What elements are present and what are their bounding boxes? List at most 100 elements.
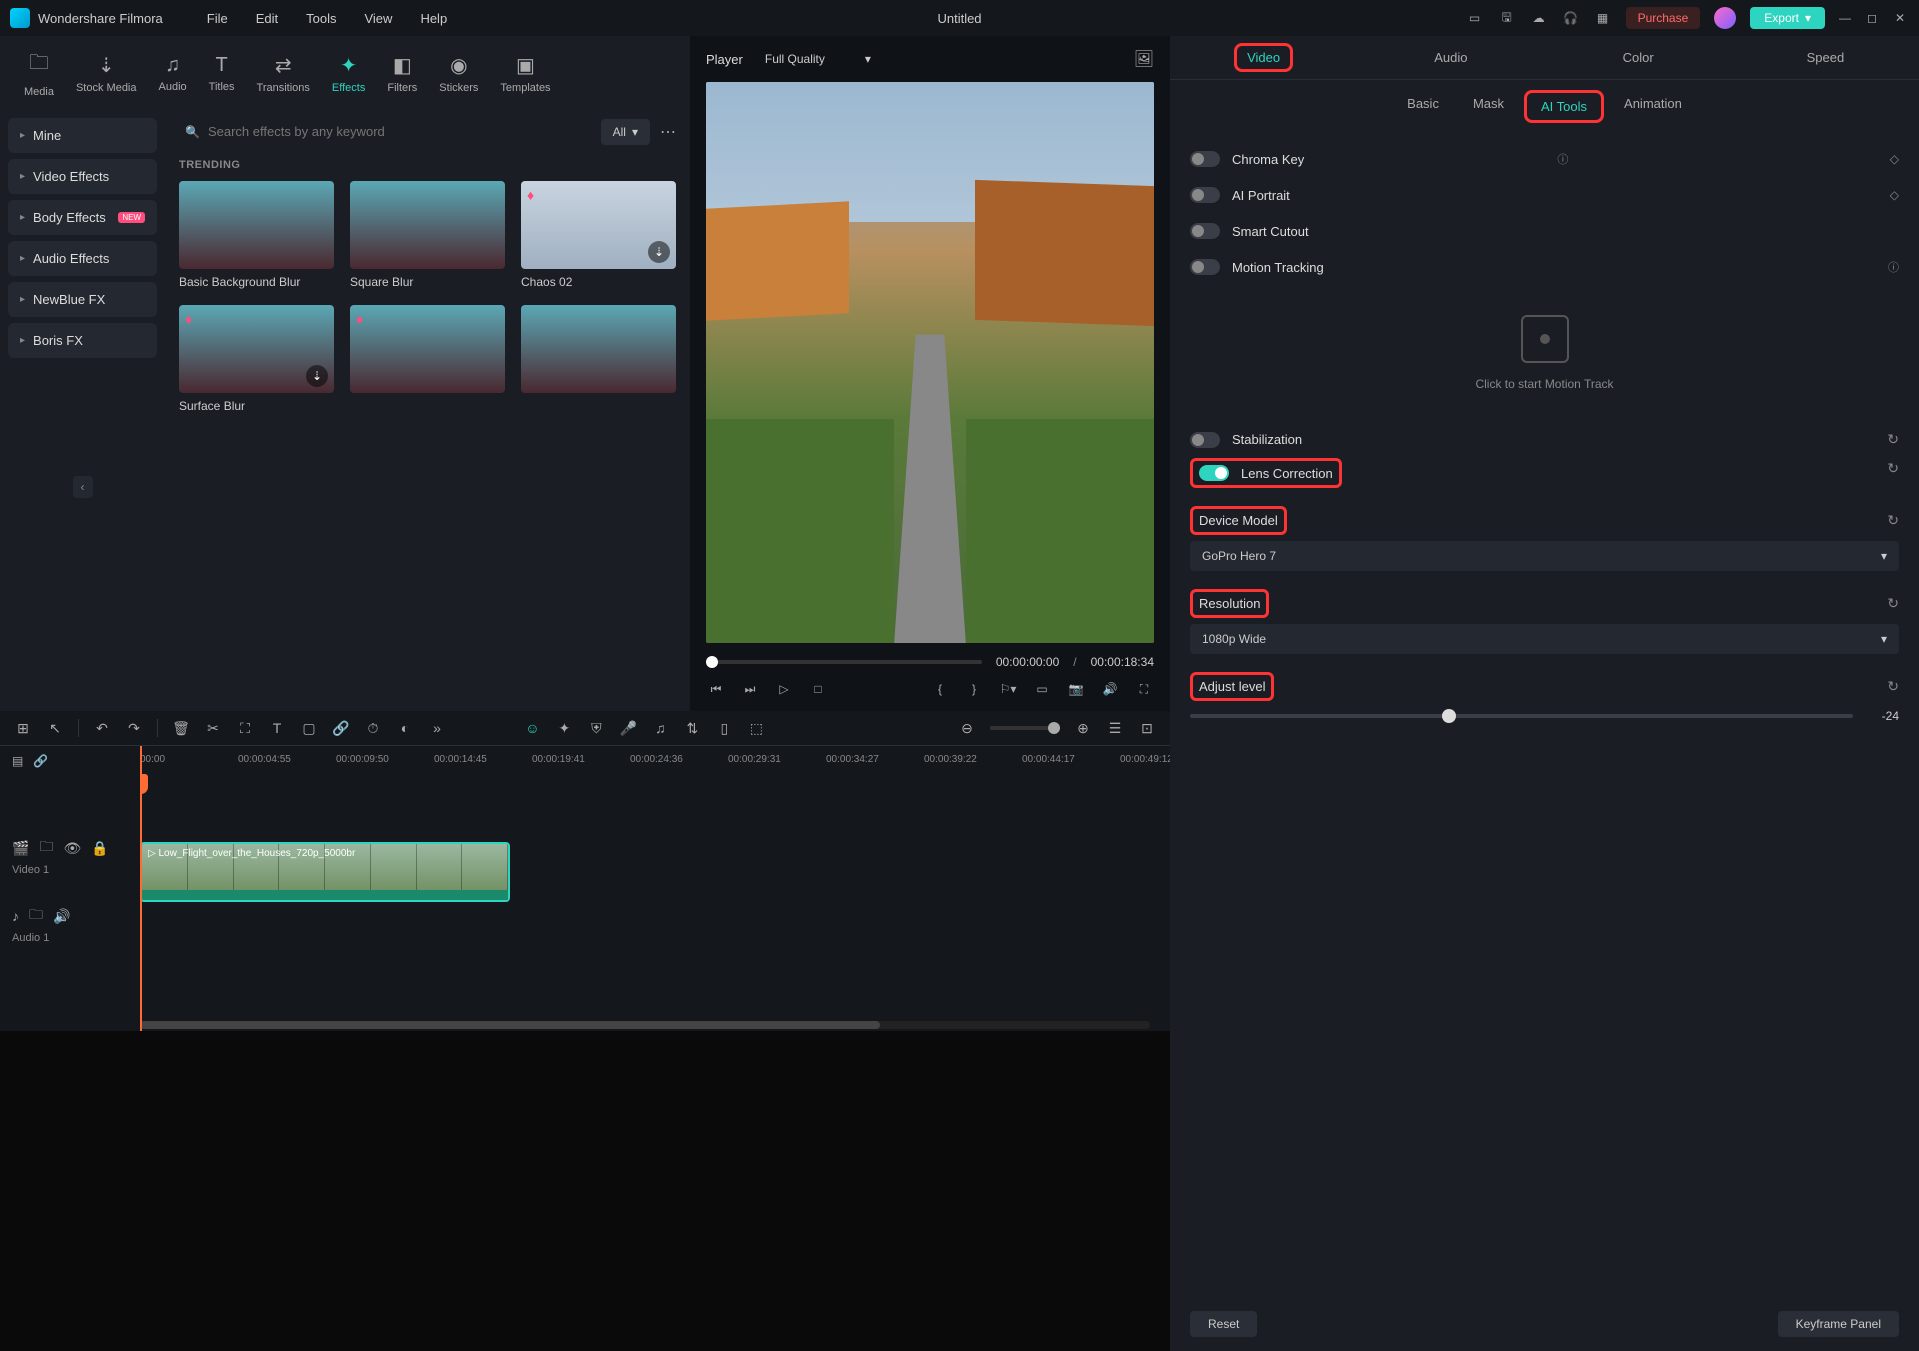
list-view-icon[interactable]: ☰ [1106, 720, 1124, 737]
sidebar-back-button[interactable]: ‹ [73, 476, 93, 498]
tab-stickers[interactable]: ◉Stickers [429, 47, 488, 100]
redo-button[interactable]: ↷ [125, 720, 143, 737]
reset-icon[interactable]: ↻ [1887, 431, 1899, 448]
user-avatar[interactable] [1714, 7, 1736, 29]
stabilization-toggle[interactable] [1190, 432, 1220, 448]
smart-cutout-toggle[interactable] [1190, 223, 1220, 239]
pointer-icon[interactable]: ↖ [46, 720, 64, 737]
crop-button[interactable]: ⛶ [236, 720, 254, 737]
reset-icon[interactable]: ↻ [1887, 678, 1899, 695]
sidebar-item-video-effects[interactable]: ▸Video Effects [8, 159, 157, 194]
timeline-tracks-area[interactable]: 00:00 00:00:04:55 00:00:09:50 00:00:14:4… [140, 746, 1170, 1031]
save-icon[interactable]: 🖫 [1498, 9, 1516, 27]
timeline-scrollbar[interactable] [140, 1021, 1150, 1029]
marker-icon[interactable]: ▯ [715, 720, 733, 737]
ai-portrait-toggle[interactable] [1190, 187, 1220, 203]
screen-icon[interactable]: ▭ [1466, 9, 1484, 27]
undo-button[interactable]: ↶ [93, 720, 111, 737]
link-tracks-icon[interactable]: 🔗 [33, 754, 48, 768]
slider-thumb[interactable] [1442, 709, 1456, 723]
copy-button[interactable]: ▢ [300, 720, 318, 737]
snapshot-button[interactable]: 📷 [1066, 679, 1086, 699]
more-icon[interactable]: ⋯ [660, 122, 676, 142]
download-icon[interactable]: ⇣ [306, 365, 328, 387]
color-button[interactable]: ◐ [396, 720, 414, 736]
volume-button[interactable]: 🔊 [1100, 679, 1120, 699]
lock-icon[interactable]: 🔒 [91, 840, 108, 857]
keyframe-diamond-icon[interactable]: ◇ [1890, 152, 1899, 166]
sync-icon[interactable]: ⇅ [683, 720, 701, 737]
prop-tab-video[interactable]: Video [1170, 36, 1357, 79]
menu-edit[interactable]: Edit [256, 11, 278, 26]
audio-track-header[interactable]: ♪ 🗀 🔊 [0, 884, 140, 932]
shield-icon[interactable]: ⛨ [587, 720, 605, 737]
sidebar-item-newblue[interactable]: ▸NewBlue FX [8, 282, 157, 317]
cut-button[interactable]: ✂ [204, 720, 222, 737]
maximize-icon[interactable]: ◻ [1867, 11, 1881, 25]
stop-button[interactable]: □ [808, 679, 828, 699]
play-button[interactable]: ▷ [774, 679, 794, 699]
search-input[interactable] [208, 124, 585, 139]
tab-transitions[interactable]: ⇄Transitions [247, 47, 320, 100]
menu-help[interactable]: Help [420, 11, 447, 26]
speed-button[interactable]: ⏱ [364, 720, 382, 737]
keyframe-panel-button[interactable]: Keyframe Panel [1778, 1311, 1899, 1337]
more-icon[interactable]: » [428, 720, 446, 736]
prop-tab-speed[interactable]: Speed [1732, 36, 1919, 79]
timeline-clip[interactable]: ▷ Low_Flight_over_the_Houses_720p_5000br [140, 842, 510, 902]
grid-icon[interactable]: ▦ [1594, 9, 1612, 27]
export-button[interactable]: Export▾ [1750, 7, 1825, 29]
tab-audio[interactable]: ♫Audio [149, 48, 197, 99]
video-track-header[interactable]: 🎬 🗀 👁 🔒 [0, 816, 140, 864]
link-button[interactable]: 🔗 [332, 720, 350, 737]
scrub-thumb[interactable] [706, 656, 718, 668]
sidebar-item-boris[interactable]: ▸Boris FX [8, 323, 157, 358]
prop-tab-audio[interactable]: Audio [1357, 36, 1544, 79]
keyframe-diamond-icon[interactable]: ◇ [1890, 188, 1899, 202]
tab-titles[interactable]: TTitles [199, 48, 245, 99]
adjust-level-slider[interactable] [1190, 714, 1853, 718]
markers-button[interactable]: ⚐▾ [998, 679, 1018, 699]
close-icon[interactable]: ✕ [1895, 11, 1909, 25]
zoom-in-button[interactable]: ⊕ [1074, 720, 1092, 737]
reset-icon[interactable]: ↻ [1887, 512, 1899, 529]
reset-button[interactable]: Reset [1190, 1311, 1257, 1337]
zoom-out-button[interactable]: ⊖ [958, 720, 976, 737]
info-icon[interactable]: ⓘ [1557, 151, 1568, 167]
cloud-icon[interactable]: ☁ [1530, 9, 1548, 27]
step-back-button[interactable]: ⏭ [740, 679, 760, 699]
effect-card[interactable] [521, 305, 676, 413]
prev-button[interactable]: ⏮ [706, 679, 726, 699]
subtab-basic[interactable]: Basic [1393, 90, 1453, 123]
face-icon[interactable]: ☺ [523, 720, 541, 736]
menu-file[interactable]: File [207, 11, 228, 26]
effect-chaos-02[interactable]: ♦⇣ Chaos 02 [521, 181, 676, 289]
timeline-ruler[interactable]: 00:00 00:00:04:55 00:00:09:50 00:00:14:4… [140, 746, 1170, 776]
scrub-track[interactable] [706, 660, 982, 664]
subtab-ai-tools[interactable]: AI Tools [1524, 90, 1604, 123]
prop-tab-color[interactable]: Color [1545, 36, 1732, 79]
effect-basic-bg-blur[interactable]: Basic Background Blur [179, 181, 334, 289]
eye-icon[interactable]: 👁 [63, 840, 81, 857]
subtab-mask[interactable]: Mask [1459, 90, 1518, 123]
info-icon[interactable]: ⓘ [1888, 259, 1899, 275]
video-preview[interactable] [706, 82, 1154, 643]
subtab-animation[interactable]: Animation [1610, 90, 1696, 123]
audio-fx-icon[interactable]: ♫ [651, 720, 669, 736]
reset-icon[interactable]: ↻ [1887, 595, 1899, 612]
motion-track-placeholder[interactable]: Click to start Motion Track [1190, 285, 1899, 421]
text-button[interactable]: T [268, 720, 286, 736]
grid-view-icon[interactable]: ⊞ [14, 720, 32, 737]
sidebar-item-audio-effects[interactable]: ▸Audio Effects [8, 241, 157, 276]
playhead[interactable] [140, 746, 142, 1031]
sidebar-item-mine[interactable]: ▸Mine [8, 118, 157, 153]
purchase-button[interactable]: Purchase [1626, 7, 1701, 29]
device-model-dropdown[interactable]: GoPro Hero 7 ▾ [1190, 541, 1899, 571]
delete-button[interactable]: 🗑 [172, 720, 190, 737]
motion-tracking-toggle[interactable] [1190, 259, 1220, 275]
resolution-dropdown[interactable]: 1080p Wide ▾ [1190, 624, 1899, 654]
tab-templates[interactable]: ▣Templates [490, 47, 560, 100]
fullscreen-button[interactable]: ⛶ [1134, 679, 1154, 699]
effect-card[interactable]: ♦ [350, 305, 505, 413]
tab-stock-media[interactable]: ⇣Stock Media [66, 47, 147, 100]
